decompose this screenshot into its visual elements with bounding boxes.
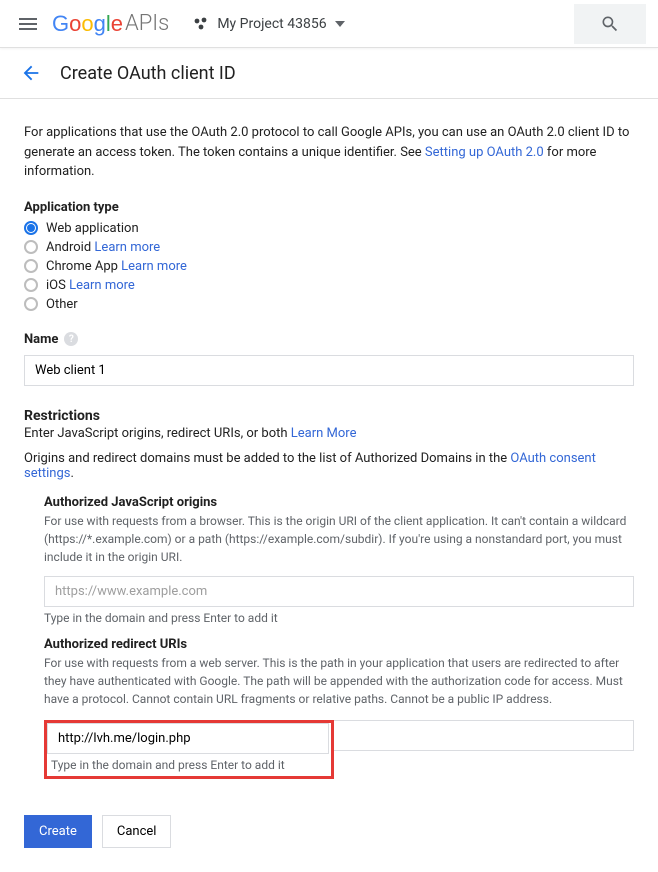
radio-chrome-app[interactable]: Chrome App Learn more [24,257,634,276]
back-arrow-icon[interactable] [20,62,42,84]
setup-oauth-link[interactable]: Setting up OAuth 2.0 [425,145,544,160]
search-icon [600,14,620,34]
google-apis-logo: Google APIs [52,11,169,37]
dropdown-caret-icon [335,21,345,27]
radio-android[interactable]: Android Learn more [24,238,634,257]
search-button[interactable] [574,4,646,44]
app-type-label: Application type [24,200,634,215]
js-origins-desc: For use with requests from a browser. Th… [44,512,634,566]
project-selector[interactable]: My Project 43856 [185,10,352,38]
android-learn-more-link[interactable]: Learn more [94,240,160,255]
radio-icon [24,297,38,311]
help-icon[interactable]: ? [64,332,78,346]
page-title: Create OAuth client ID [60,63,236,84]
redirect-uris-desc: For use with requests from a web server.… [44,654,634,708]
cancel-button[interactable]: Cancel [102,815,172,848]
chrome-learn-more-link[interactable]: Learn more [121,259,187,274]
js-origins-input[interactable] [44,576,634,607]
create-button[interactable]: Create [24,815,92,848]
menu-icon[interactable] [8,4,48,44]
intro-text: For applications that use the OAuth 2.0 … [24,123,634,182]
redirect-uris-hint: Type in the domain and press Enter to ad… [51,758,329,772]
js-origins-hint: Type in the domain and press Enter to ad… [44,611,634,625]
redirect-uris-label: Authorized redirect URIs [44,637,634,652]
radio-ios[interactable]: iOS Learn more [24,276,634,295]
radio-web-application[interactable]: Web application [24,219,634,238]
radio-icon [24,240,38,254]
restrictions-title: Restrictions [24,408,634,424]
restrictions-note: Origins and redirect domains must be add… [24,451,634,481]
radio-icon [24,259,38,273]
name-input[interactable] [24,355,634,386]
highlight-annotation: Type in the domain and press Enter to ad… [44,720,334,779]
restrictions-desc: Enter JavaScript origins, redirect URIs,… [24,426,634,441]
project-name: My Project 43856 [217,16,326,32]
restrictions-learn-more-link[interactable]: Learn More [291,426,357,441]
ios-learn-more-link[interactable]: Learn more [69,278,135,293]
redirect-uris-input[interactable] [47,723,329,754]
radio-other[interactable]: Other [24,295,634,314]
radio-icon [24,278,38,292]
project-cluster-icon [193,16,209,32]
name-label: Name ? [24,332,634,347]
js-origins-label: Authorized JavaScript origins [44,495,634,510]
radio-icon [24,221,38,235]
